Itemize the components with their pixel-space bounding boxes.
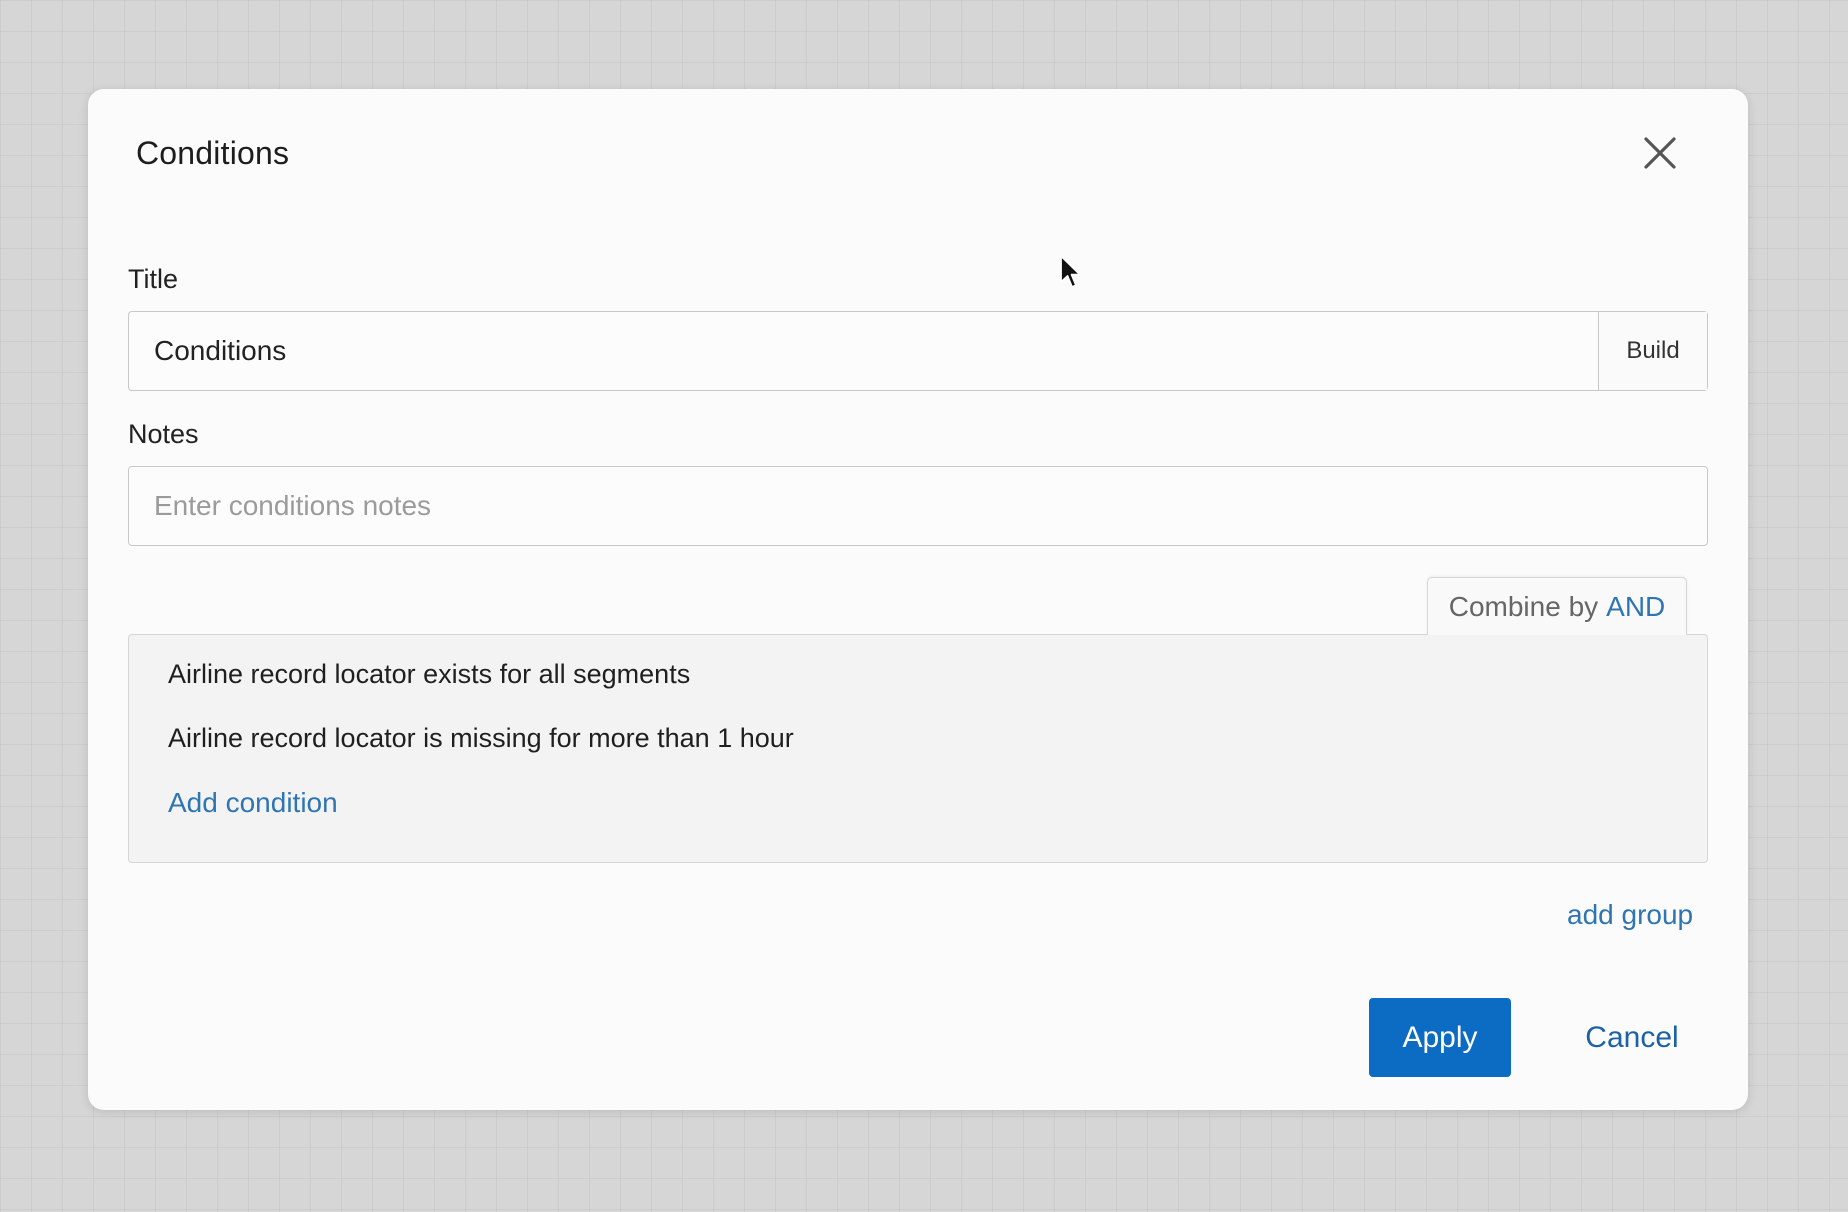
- close-button[interactable]: [1640, 133, 1680, 173]
- notes-label: Notes: [128, 419, 199, 449]
- apply-button[interactable]: Apply: [1369, 998, 1511, 1077]
- dialog-title: Conditions: [136, 135, 290, 171]
- combine-operator: AND: [1606, 590, 1666, 622]
- title-input-group: Build: [128, 311, 1708, 391]
- add-condition-link[interactable]: Add condition: [168, 787, 338, 819]
- close-icon: [1644, 137, 1676, 169]
- title-input[interactable]: [129, 312, 1598, 390]
- title-label: Title: [128, 264, 179, 294]
- add-group-link[interactable]: add group: [1567, 899, 1693, 931]
- condition-group: Airline record locator exists for all se…: [128, 634, 1708, 863]
- condition-item[interactable]: Airline record locator is missing for mo…: [168, 723, 794, 754]
- build-button[interactable]: Build: [1598, 312, 1707, 390]
- condition-item[interactable]: Airline record locator exists for all se…: [168, 659, 690, 690]
- conditions-dialog: Conditions Title Build Notes Combine by …: [88, 89, 1748, 1110]
- combine-label: Combine by: [1448, 590, 1599, 622]
- cancel-button[interactable]: Cancel: [1577, 998, 1687, 1077]
- notes-input[interactable]: [128, 466, 1708, 546]
- combine-operator-toggle[interactable]: Combine by AND: [1427, 577, 1687, 635]
- mouse-cursor-icon: [1060, 255, 1081, 288]
